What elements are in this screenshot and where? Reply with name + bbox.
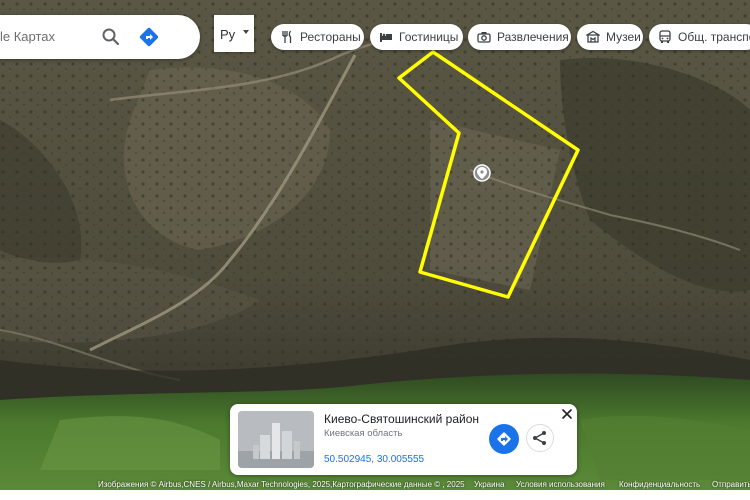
chip-label: Общ. транспорт [678, 30, 750, 44]
chip-label: Музеи [606, 30, 641, 44]
chip-entertainment[interactable]: Развлечения [468, 24, 571, 50]
chip-hotels[interactable]: Гостиницы [370, 24, 463, 50]
language-label: Ру [220, 27, 236, 42]
place-thumbnail[interactable] [238, 411, 314, 468]
language-select[interactable]: Ру [214, 15, 254, 52]
chip-label: Рестораны [300, 30, 361, 44]
place-subtitle: Киевская область [324, 428, 403, 439]
place-coordinates[interactable]: 50.502945, 30.005555 [324, 454, 424, 465]
chip-transit[interactable]: Общ. транспорт [649, 24, 750, 50]
search-input[interactable]: le Картах [0, 29, 55, 44]
search-box[interactable]: le Картах [0, 15, 200, 59]
restaurant-icon [280, 30, 294, 44]
chip-museums[interactable]: Музеи [577, 24, 643, 50]
museum-icon [584, 30, 602, 44]
imagery-attribution: Изображения © Airbus,CNES / Airbus,Maxar… [98, 480, 465, 489]
chip-label: Гостиницы [399, 30, 459, 44]
privacy-link[interactable]: Конфиденциальность [619, 480, 700, 489]
place-title: Киево-Святошинский район [324, 412, 480, 426]
country-link[interactable]: Украина [474, 480, 504, 489]
share-button[interactable] [526, 424, 554, 452]
place-pin-icon[interactable] [473, 164, 491, 182]
feedback-link[interactable]: Отправить [712, 480, 750, 489]
terms-link[interactable]: Условия использования [516, 480, 605, 489]
chevron-down-icon [243, 30, 249, 34]
directions-button[interactable] [489, 424, 519, 454]
close-icon[interactable] [561, 407, 573, 419]
place-card[interactable]: Киево-Святошинский район Киевская област… [230, 404, 577, 475]
chip-restaurants[interactable]: Рестораны [271, 24, 364, 50]
share-icon [533, 431, 546, 445]
camera-icon [477, 30, 491, 44]
directions-icon[interactable] [138, 26, 160, 48]
bottom-bar [0, 490, 750, 500]
bus-icon [658, 30, 672, 44]
chip-label: Развлечения [497, 30, 569, 44]
search-icon[interactable] [100, 26, 122, 48]
hotel-icon [379, 30, 393, 44]
